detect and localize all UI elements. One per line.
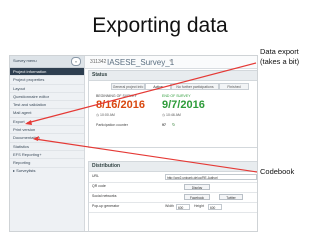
sidebar-item-reporting[interactable]: Reporting (10, 159, 84, 168)
width-label: Width (165, 204, 174, 208)
end-survey-date: 9/7/2016 (162, 99, 205, 111)
tab-no-further-participations[interactable]: No further participations (171, 83, 219, 90)
slide-title: Exporting data (92, 14, 228, 37)
survey-menu-header: Survey menu « (10, 56, 84, 68)
sidebar-item-project-information[interactable]: Project information (10, 68, 84, 77)
survey-id: 311342 (90, 59, 107, 65)
popup-row: Pop-up generator Width 600 Height 600 (89, 202, 257, 213)
refresh-icon[interactable]: ↻ (172, 122, 175, 127)
data-export-annotation-line-1: Data export (260, 47, 299, 56)
tab-general-project-info[interactable]: General project info (111, 83, 145, 90)
height-input[interactable]: 600 (208, 204, 222, 210)
survey-name: IASESE_Survey_1 (107, 58, 175, 67)
height-label: Height (194, 204, 205, 208)
sidebar-item-questionnaire-editor[interactable]: Questionnaire editor (10, 93, 84, 102)
qr-label: QR code (92, 184, 106, 188)
tab-active[interactable]: Active (145, 83, 171, 90)
participation-counter-value: 97 (162, 123, 166, 127)
distribution-header: Distribution (89, 162, 257, 172)
twitter-button[interactable]: Twitter (219, 194, 243, 200)
sidebar-item-efs-reporting[interactable]: EFS Reporting+ (10, 151, 84, 160)
edit-icon[interactable]: ✎ (169, 59, 173, 65)
sidebar-item-print-version[interactable]: Print version (10, 126, 84, 135)
data-export-annotation: Data export (takes a bit) (260, 47, 299, 66)
url-label: URL (92, 174, 100, 178)
begin-survey-time: ◷ 10:00 AM (96, 113, 115, 117)
codebook-annotation: Codebook (260, 167, 295, 176)
surveylists-toggle[interactable]: ▸ Surveylists (13, 168, 35, 173)
survey-url-field[interactable]: http://ww2.unipark.de/uc/RE-Author/ (165, 174, 257, 180)
survey-menu-sidebar: Survey menu « Project information Projec… (10, 56, 85, 231)
sidebar-item-documentation[interactable]: Documentation (10, 134, 84, 143)
distribution-panel: Distribution URL http://ww2.unipark.de/u… (88, 161, 257, 231)
tab-finished[interactable]: Finished (219, 83, 249, 90)
popup-generator-label: Pop-up generator (92, 204, 120, 208)
sidebar-item-project-properties[interactable]: Project properties (10, 76, 84, 85)
sidebar-item-statistics[interactable]: Statistics (10, 143, 84, 151)
data-export-annotation-line-2: (takes a bit) (260, 56, 300, 66)
facebook-button[interactable]: Facebook (184, 194, 210, 200)
survey-title-bar: 311342 IASESE_Survey_1 ✎ (85, 56, 257, 69)
end-survey-time: ◷ 10:46 AM (162, 113, 181, 117)
survey-menu-title: Survey menu (13, 58, 37, 63)
qr-display-button[interactable]: Display (184, 184, 210, 190)
begin-survey-label: BEGINNING OF SURVEY (96, 94, 137, 98)
begin-survey-date: 8/16/2016 (96, 99, 145, 111)
main-panel: 311342 IASESE_Survey_1 ✎ Status General … (85, 56, 257, 231)
sidebar-item-export[interactable]: Export (10, 118, 84, 127)
participation-counter-label: Participation counter (96, 123, 128, 127)
sidebar-item-mail-agent[interactable]: Mail agent (10, 109, 84, 118)
width-input[interactable]: 600 (176, 204, 190, 210)
end-survey-label: END OF SURVEY (162, 94, 191, 98)
social-networks-label: Social networks (92, 194, 117, 198)
collapse-icon[interactable]: « (71, 57, 81, 66)
efs-survey-screenshot: Survey menu « Project information Projec… (9, 55, 258, 232)
sidebar-item-test-validation[interactable]: Test and validation (10, 101, 84, 110)
status-header: Status (89, 71, 257, 81)
status-panel: Status General project info Active No fu… (88, 70, 257, 148)
sidebar-item-layout[interactable]: Layout (10, 85, 84, 93)
